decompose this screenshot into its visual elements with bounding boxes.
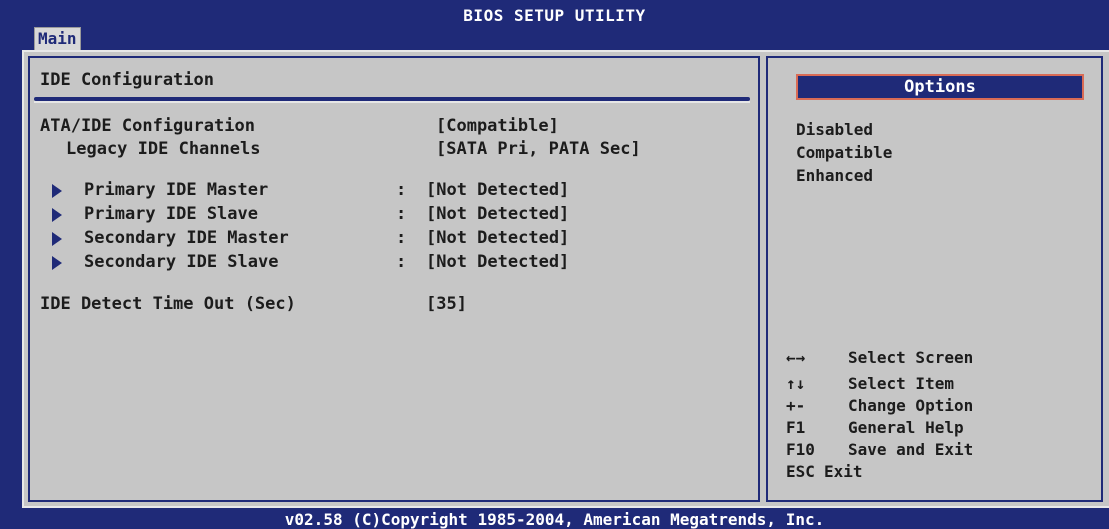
option-compatible: Compatible bbox=[796, 143, 893, 162]
submenu-arrow-icon bbox=[52, 208, 62, 222]
help-change-option: Change Option bbox=[848, 396, 974, 415]
up-down-arrow-icon: ↑↓ bbox=[786, 374, 806, 393]
help-select-item: Select Item bbox=[848, 374, 954, 393]
help-exit: Exit bbox=[824, 462, 863, 481]
submenu-secondary-slave-label[interactable]: Secondary IDE Slave bbox=[84, 252, 278, 272]
submenu-separator: : bbox=[396, 180, 407, 200]
setting-ata-ide-value[interactable]: [Compatible] bbox=[436, 116, 559, 136]
submenu-separator: : bbox=[396, 252, 407, 272]
help-save-exit: Save and Exit bbox=[848, 440, 974, 459]
setting-timeout-label[interactable]: IDE Detect Time Out (Sec) bbox=[40, 294, 296, 314]
submenu-separator: : bbox=[396, 204, 407, 224]
setting-legacy-ide-label[interactable]: Legacy IDE Channels bbox=[66, 139, 260, 159]
submenu-separator: : bbox=[396, 228, 407, 248]
submenu-primary-master-label[interactable]: Primary IDE Master bbox=[84, 180, 268, 200]
section-title: IDE Configuration bbox=[40, 70, 214, 90]
setting-timeout-value[interactable]: [35] bbox=[426, 294, 467, 314]
left-right-arrow-icon: ←→ bbox=[786, 348, 806, 367]
submenu-arrow-icon bbox=[52, 256, 62, 270]
help-select-screen: Select Screen bbox=[848, 348, 974, 367]
submenu-arrow-icon bbox=[52, 184, 62, 198]
submenu-arrow-icon bbox=[52, 232, 62, 246]
setting-ata-ide-label[interactable]: ATA/IDE Configuration bbox=[40, 116, 255, 136]
submenu-secondary-master-label[interactable]: Secondary IDE Master bbox=[84, 228, 289, 248]
submenu-primary-master-value: [Not Detected] bbox=[426, 180, 570, 200]
tab-main[interactable]: Main bbox=[34, 27, 81, 50]
setting-legacy-ide-value[interactable]: [SATA Pri, PATA Sec] bbox=[436, 139, 641, 159]
help-key-f10: F10 bbox=[786, 440, 815, 459]
option-enhanced: Enhanced bbox=[796, 166, 874, 185]
help-key-esc: ESC bbox=[786, 462, 815, 481]
copyright-footer: v02.58 (C)Copyright 1985-2004, American … bbox=[284, 510, 825, 529]
section-divider-highlight bbox=[34, 101, 750, 103]
help-key-plus-minus: +- bbox=[786, 396, 806, 415]
bios-title: BIOS SETUP UTILITY bbox=[463, 6, 646, 25]
submenu-primary-slave-value: [Not Detected] bbox=[426, 204, 570, 224]
options-header: Options bbox=[796, 74, 1084, 100]
help-key-f1: F1 bbox=[786, 418, 806, 437]
submenu-secondary-slave-value: [Not Detected] bbox=[426, 252, 570, 272]
submenu-secondary-master-value: [Not Detected] bbox=[426, 228, 570, 248]
submenu-primary-slave-label[interactable]: Primary IDE Slave bbox=[84, 204, 258, 224]
option-disabled: Disabled bbox=[796, 120, 874, 139]
help-general-help: General Help bbox=[848, 418, 964, 437]
